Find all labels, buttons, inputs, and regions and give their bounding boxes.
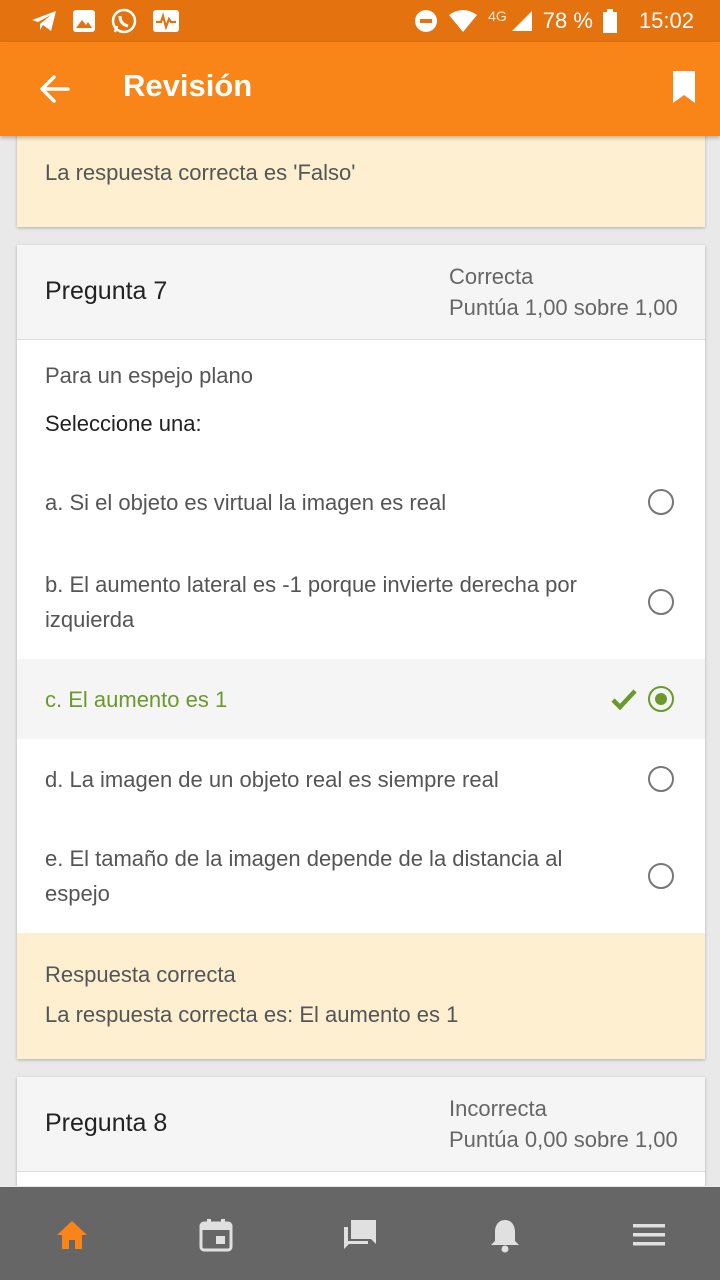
whatsapp-icon [111, 8, 137, 34]
previous-feedback: La respuesta correcta es 'Falso' [17, 136, 705, 227]
question-grade: Puntúa 0,00 sobre 1,00 [449, 1127, 678, 1152]
option-c[interactable]: c. El aumento es 1 [17, 659, 705, 739]
bottom-navigation [0, 1187, 720, 1280]
radio-button[interactable] [648, 489, 674, 515]
question-grade: Puntúa 1,00 sobre 1,00 [449, 295, 678, 320]
battery-icon [602, 9, 617, 33]
feedback-title: Respuesta correcta [45, 962, 236, 987]
notifications-icon[interactable] [487, 1217, 523, 1253]
calendar-icon[interactable] [198, 1217, 234, 1253]
wifi-icon [449, 10, 478, 32]
question-header: Pregunta 7 Correcta Puntúa 1,00 sobre 1,… [17, 245, 705, 340]
option-b[interactable]: b. El aumento lateral es -1 porque invie… [17, 545, 705, 659]
question-prompt: Seleccione una: [45, 411, 202, 436]
radio-button[interactable] [648, 766, 674, 792]
feedback-correct-answer: La respuesta correcta es: El aumento es … [45, 1002, 459, 1027]
option-d[interactable]: d. La imagen de un objeto real es siempr… [17, 739, 705, 819]
messages-icon[interactable] [342, 1217, 378, 1253]
option-label: d. La imagen de un objeto real es siempr… [45, 766, 499, 792]
question-8-card: Pregunta 8 Incorrecta Puntúa 0,00 sobre … [17, 1077, 705, 1186]
question-7-card: Pregunta 7 Correcta Puntúa 1,00 sobre 1,… [17, 245, 705, 1059]
battery-percent: 78 % [542, 8, 593, 33]
menu-icon[interactable] [631, 1217, 667, 1253]
radio-button-selected[interactable] [648, 686, 674, 712]
back-arrow-icon[interactable] [38, 72, 72, 106]
radio-button[interactable] [648, 863, 674, 889]
telegram-icon [32, 11, 56, 31]
question-status: Incorrecta Puntúa 0,00 sobre 1,00 [449, 1093, 678, 1155]
question-feedback: Respuesta correcta La respuesta correcta… [17, 933, 705, 1059]
option-label: a. Si el objeto es virtual la imagen es … [45, 489, 447, 515]
option-e[interactable]: e. El tamaño de la imagen depende de la … [17, 819, 705, 933]
app-bar: Revisión [0, 42, 720, 136]
bookmark-icon[interactable] [672, 70, 696, 104]
question-state: Incorrecta [449, 1096, 547, 1121]
option-label: e. El tamaño de la imagen depende de la … [45, 846, 563, 906]
option-a[interactable]: a. Si el objeto es virtual la imagen es … [17, 459, 705, 545]
question-header: Pregunta 8 Incorrecta Puntúa 0,00 sobre … [17, 1077, 705, 1172]
do-not-disturb-icon [415, 10, 438, 32]
page-title: Revisión [123, 68, 253, 103]
question-state: Correcta [449, 264, 534, 289]
activity-icon [153, 10, 179, 32]
review-content[interactable]: La respuesta correcta es 'Falso' Pregunt… [0, 136, 720, 1186]
signal-icon [511, 11, 532, 31]
previous-correct-answer: La respuesta correcta es 'Falso' [45, 160, 356, 185]
gallery-icon [73, 10, 95, 32]
option-label: b. El aumento lateral es -1 porque invie… [45, 572, 577, 632]
clock: 15:02 [638, 8, 694, 33]
status-bar: 4G 78 % 15:02 [0, 0, 720, 42]
question-status: Correcta Puntúa 1,00 sobre 1,00 [449, 261, 678, 323]
question-text: Para un espejo plano [45, 363, 253, 388]
network-type: 4G [488, 8, 507, 24]
question-number: Pregunta 7 [45, 277, 168, 305]
home-icon[interactable] [54, 1217, 90, 1253]
radio-button[interactable] [648, 589, 674, 615]
question-number: Pregunta 8 [45, 1109, 168, 1137]
check-icon [611, 689, 637, 710]
option-label: c. El aumento es 1 [45, 686, 228, 712]
